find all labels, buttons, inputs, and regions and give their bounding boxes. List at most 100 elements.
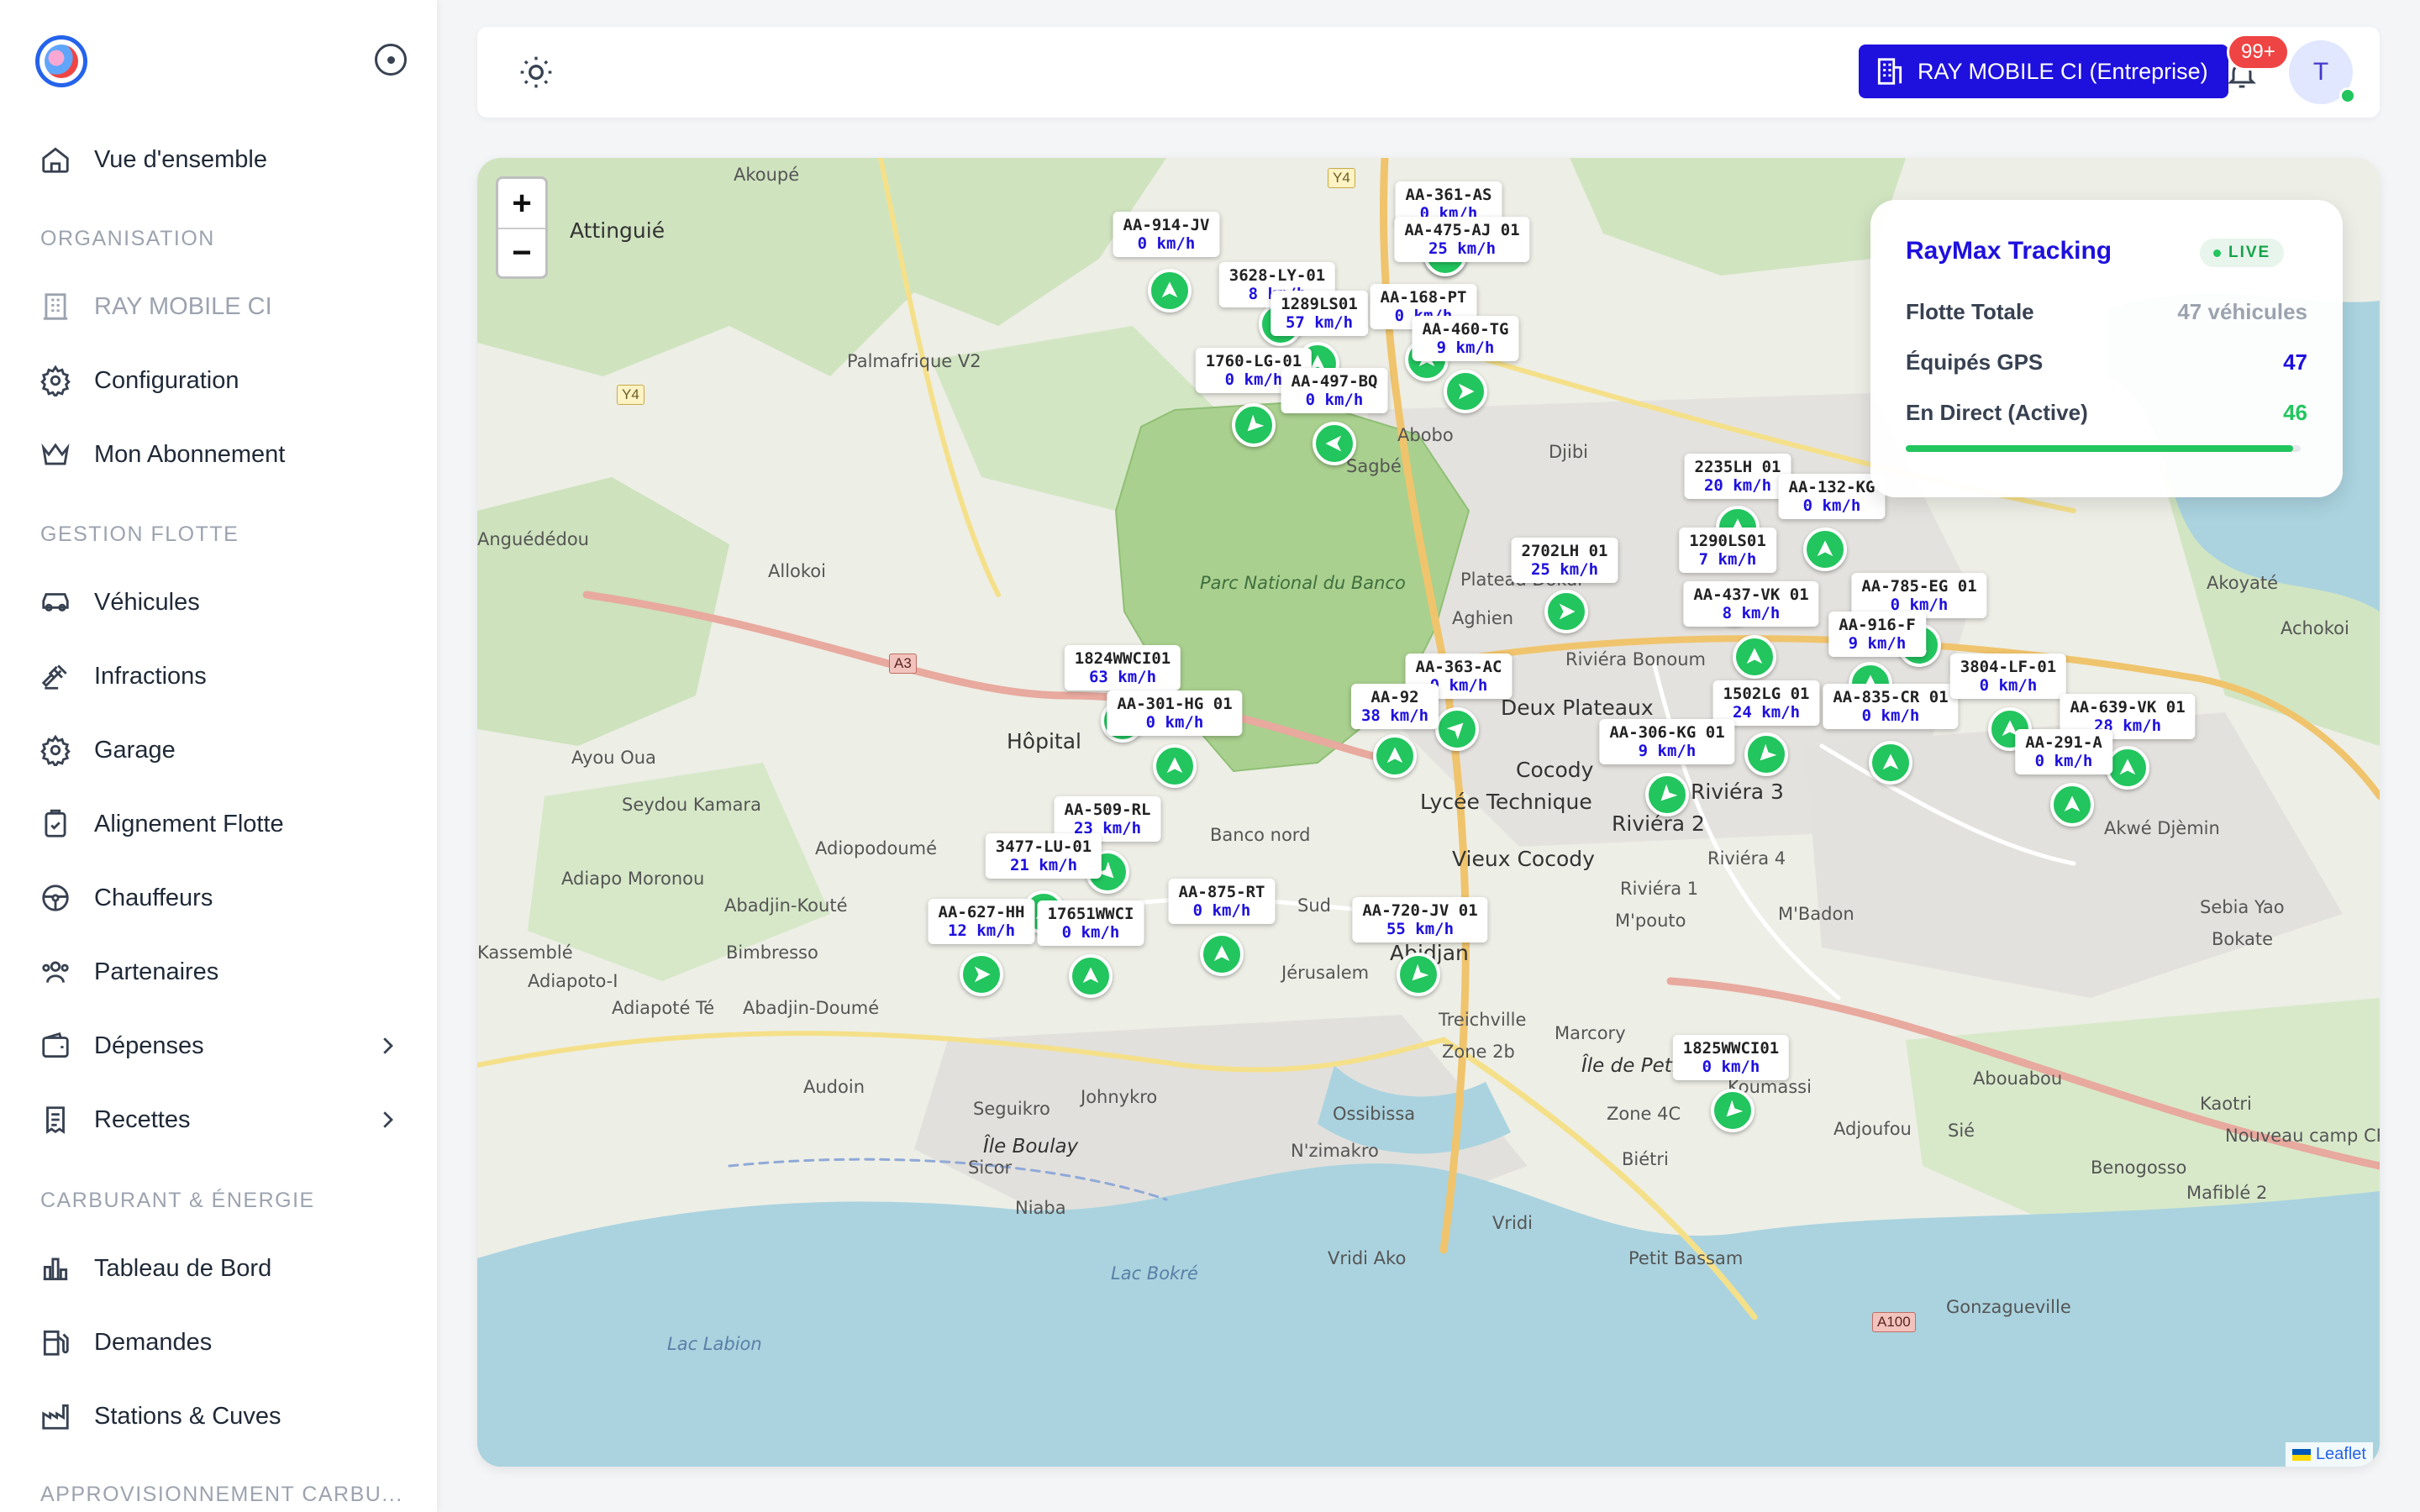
chevron-right-icon[interactable] xyxy=(375,1033,400,1058)
vehicle-marker[interactable] xyxy=(1153,744,1197,788)
zoom-out-button[interactable]: − xyxy=(498,228,545,276)
place-label: Île Boulay xyxy=(983,1136,1079,1158)
vehicle-speed: 0 km/h xyxy=(1802,496,1861,515)
vehicle-label[interactable]: AA-92 38 km/h xyxy=(1350,684,1439,729)
vehicle-label[interactable]: AA-475-AJ 01 25 km/h xyxy=(1394,217,1530,262)
nav-partenaires[interactable]: Partenaires xyxy=(39,947,400,997)
gavel-icon xyxy=(39,659,72,693)
vehicle-marker[interactable] xyxy=(1069,954,1113,998)
sun-icon[interactable] xyxy=(518,54,555,91)
vehicle-marker[interactable] xyxy=(1435,707,1479,751)
nav-configuration[interactable]: Configuration xyxy=(39,355,400,406)
online-status-dot xyxy=(2339,87,2356,104)
vehicle-label[interactable]: AA-437-VK 01 8 km/h xyxy=(1683,581,1819,627)
section-organisation: ORGANISATION xyxy=(40,227,215,250)
stat-label: Équipés GPS xyxy=(1906,349,2044,375)
place-label: Riviéra Bonoum xyxy=(1565,649,1706,669)
direction-arrow-icon xyxy=(1817,540,1833,557)
nav-vehicules[interactable]: Véhicules xyxy=(39,577,400,627)
company-logo[interactable] xyxy=(35,35,87,87)
vehicle-label[interactable]: AA-916-F 9 km/h xyxy=(1828,612,1926,657)
vehicle-label[interactable]: AA-306-KG 01 9 km/h xyxy=(1599,719,1735,764)
nav-label: Infractions xyxy=(94,662,207,690)
vehicle-label[interactable]: AA-835-CR 01 0 km/h xyxy=(1823,684,1959,729)
organisation-switch-button[interactable]: RAY MOBILE CI (Entreprise) xyxy=(1859,45,2228,98)
vehicle-label[interactable]: 2702LH 01 25 km/h xyxy=(1511,538,1618,583)
vehicle-marker[interactable] xyxy=(1397,953,1440,996)
vehicle-label[interactable]: 2235LH 01 20 km/h xyxy=(1684,454,1791,499)
vehicle-marker[interactable] xyxy=(1544,590,1588,633)
vehicle-plate: AA-460-TG xyxy=(1422,320,1509,339)
vehicle-label[interactable]: AA-132-KG 0 km/h xyxy=(1778,474,1886,519)
vehicle-marker[interactable] xyxy=(1200,932,1244,976)
bar-chart-icon xyxy=(39,1252,72,1285)
nav-tableau-de-bord[interactable]: Tableau de Bord xyxy=(39,1243,400,1294)
vehicle-marker[interactable] xyxy=(2050,783,2094,827)
vehicle-speed: 0 km/h xyxy=(1861,706,1920,725)
fleet-map[interactable]: Attinguié Akoupé Palmafrique V2 Abobo Sa… xyxy=(477,158,2380,1467)
place-label: Mafiblé 2 xyxy=(2186,1183,2268,1203)
sidebar-collapse-button[interactable] xyxy=(375,44,407,76)
vehicle-label[interactable]: AA-914-JV 0 km/h xyxy=(1113,212,1220,257)
nav-organisation[interactable]: RAY MOBILE CI xyxy=(39,281,400,332)
vehicle-marker[interactable] xyxy=(1744,732,1788,776)
vehicle-marker[interactable] xyxy=(1803,528,1847,571)
vehicle-marker[interactable] xyxy=(960,953,1003,996)
vehicle-marker[interactable] xyxy=(1313,422,1356,465)
place-label: Riviéra 2 xyxy=(1612,811,1705,836)
nav-stations-cuves[interactable]: Stations & Cuves xyxy=(39,1391,400,1441)
stat-row-gps: Équipés GPS 47 xyxy=(1906,349,2307,375)
vehicle-label[interactable]: AA-301-HG 01 0 km/h xyxy=(1107,690,1243,736)
vehicle-label[interactable]: AA-291-A 0 km/h xyxy=(2015,729,2112,774)
nav-depenses[interactable]: Dépenses xyxy=(39,1021,400,1071)
direction-arrow-icon xyxy=(1082,967,1099,984)
nav-alignement-flotte[interactable]: Alignement Flotte xyxy=(39,799,400,849)
vehicle-label[interactable]: AA-497-BQ 0 km/h xyxy=(1281,368,1388,413)
map-attribution[interactable]: Leaflet xyxy=(2285,1442,2373,1467)
vehicle-marker[interactable] xyxy=(1869,741,1912,785)
vehicle-marker[interactable] xyxy=(1733,635,1776,679)
vehicle-label[interactable]: 17651WWCI 0 km/h xyxy=(1037,900,1144,946)
nav-infractions[interactable]: Infractions xyxy=(39,651,400,701)
vehicle-plate: AA-363-AC xyxy=(1415,658,1502,676)
vehicle-speed: 25 km/h xyxy=(1428,239,1497,258)
direction-arrow-icon xyxy=(2119,759,2136,775)
zoom-in-button[interactable]: + xyxy=(498,179,545,228)
nav-chauffeurs[interactable]: Chauffeurs xyxy=(39,873,400,923)
vehicle-label[interactable]: AA-460-TG 9 km/h xyxy=(1412,316,1519,361)
place-label: Audoin xyxy=(803,1077,865,1097)
nav-vue-ensemble[interactable]: Vue d'ensemble xyxy=(39,134,400,185)
vehicle-marker[interactable] xyxy=(1232,403,1276,447)
vehicle-marker[interactable] xyxy=(1711,1089,1754,1132)
vehicle-plate: AA-720-JV 01 xyxy=(1362,901,1478,920)
vehicle-speed: 0 km/h xyxy=(1702,1058,1760,1076)
nav-demandes[interactable]: Demandes xyxy=(39,1317,400,1368)
sidebar: Vue d'ensemble ORGANISATION RAY MOBILE C… xyxy=(0,0,437,1512)
direction-arrow-icon xyxy=(1559,603,1576,620)
vehicle-label[interactable]: AA-875-RT 0 km/h xyxy=(1168,879,1276,924)
vehicle-label[interactable]: AA-720-JV 01 55 km/h xyxy=(1352,897,1488,942)
place-label: Ossibissa xyxy=(1333,1104,1416,1124)
vehicle-label[interactable]: 1824WWCI01 63 km/h xyxy=(1064,645,1181,690)
vehicle-label[interactable]: 3477-LU-01 21 km/h xyxy=(985,833,1102,879)
nav-recettes[interactable]: Recettes xyxy=(39,1095,400,1145)
place-label: Aghien xyxy=(1452,608,1514,628)
direction-arrow-icon xyxy=(1760,743,1777,761)
vehicle-marker[interactable] xyxy=(1444,370,1487,413)
nav-garage[interactable]: Garage xyxy=(39,725,400,775)
chevron-right-icon[interactable] xyxy=(375,1107,400,1132)
vehicle-marker[interactable] xyxy=(2106,746,2149,790)
vehicle-marker[interactable] xyxy=(1645,773,1689,816)
nav-abonnement[interactable]: Mon Abonnement xyxy=(39,429,400,480)
place-label: Abobo xyxy=(1397,425,1454,445)
vehicle-label[interactable]: AA-627-HH 12 km/h xyxy=(928,899,1035,944)
place-label: Adiapo Moronou xyxy=(561,869,705,889)
vehicle-label[interactable]: 1289LS01 57 km/h xyxy=(1270,291,1368,336)
vehicle-label[interactable]: 3804-LF-01 0 km/h xyxy=(1949,654,2067,699)
place-label: Bimbresso xyxy=(726,942,818,963)
building-icon xyxy=(39,290,72,323)
vehicle-marker[interactable] xyxy=(1148,269,1192,312)
vehicle-label[interactable]: 1290LS01 7 km/h xyxy=(1679,528,1776,573)
vehicle-label[interactable]: 1825WWCI01 0 km/h xyxy=(1672,1035,1790,1080)
vehicle-marker[interactable] xyxy=(1373,734,1417,778)
